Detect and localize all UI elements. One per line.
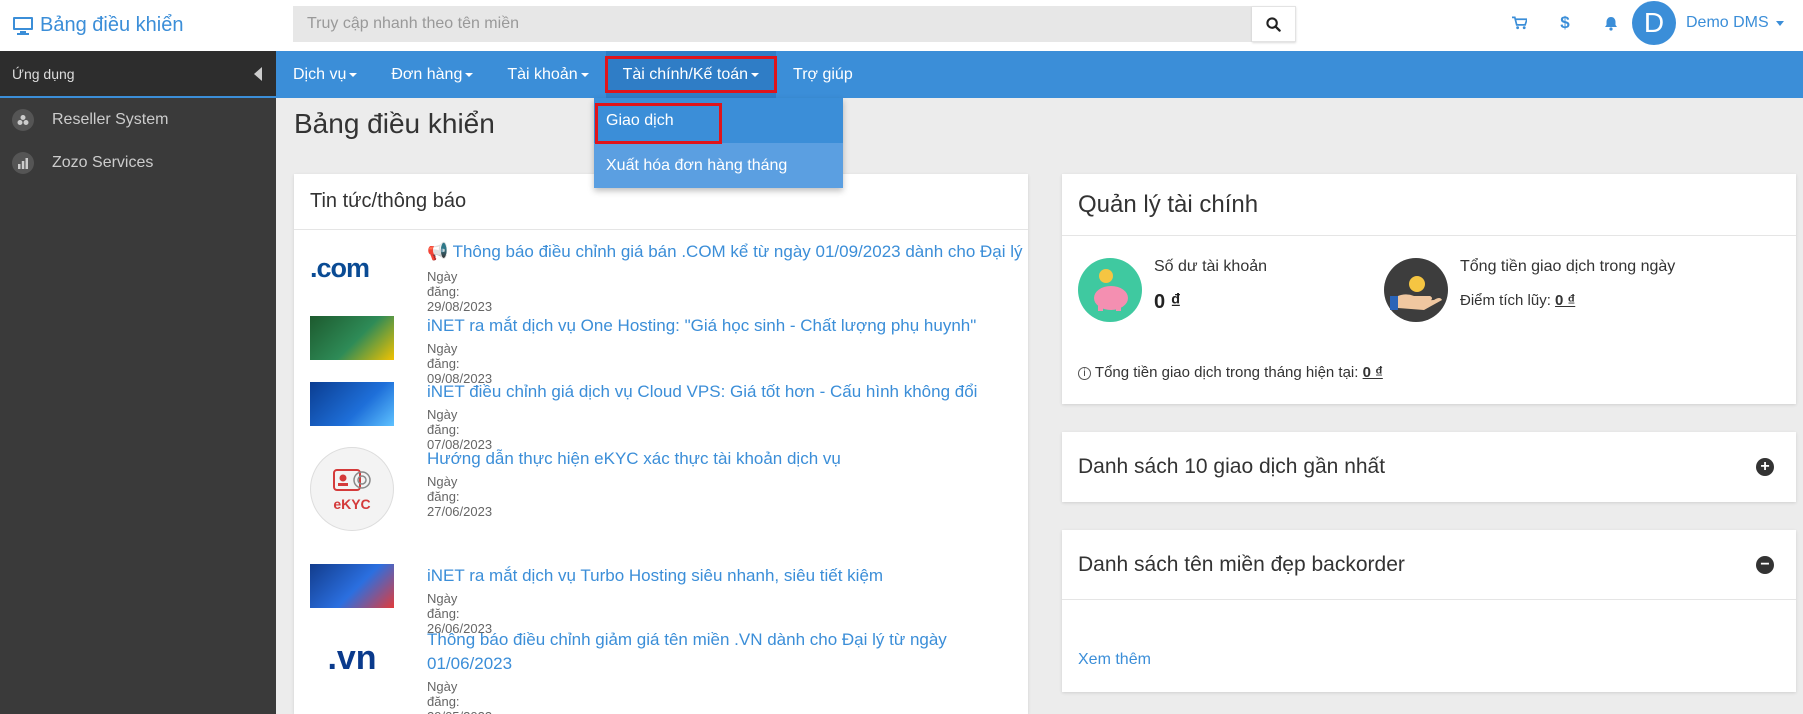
news-title-link[interactable]: iNET ra mắt dịch vụ Turbo Hosting siêu n… <box>427 564 1027 588</box>
recent-transactions-header[interactable]: Danh sách 10 giao dịch gần nhất + <box>1062 432 1796 502</box>
nav-help[interactable]: Trợ giúp <box>776 51 870 98</box>
thumb-text: .vn <box>327 638 377 677</box>
balance-value: 0 ₫ <box>1154 291 1181 313</box>
news-thumbnail: .com <box>310 246 394 290</box>
bar-chart-icon <box>12 151 34 174</box>
news-thumbnail <box>310 382 394 426</box>
collapse-icon[interactable]: − <box>1756 555 1774 574</box>
finance-panel: Quản lý tài chính Số dư tài khoản 0 ₫ Tổ… <box>1062 174 1796 404</box>
collapse-icon[interactable] <box>254 66 262 81</box>
news-title-link[interactable]: 📢 Thông báo điều chỉnh giá bán .COM kể t… <box>427 240 1027 264</box>
sidebar-item-reseller-system[interactable]: Reseller System <box>0 98 276 141</box>
user-name: Demo DMS <box>1686 14 1769 31</box>
search-icon <box>1266 16 1281 32</box>
fingerprint-icon <box>333 469 371 491</box>
search-input[interactable] <box>293 6 1252 42</box>
brand-link[interactable]: Bảng điều khiển <box>0 14 276 37</box>
search-button[interactable] <box>1252 6 1296 42</box>
news-title-link[interactable]: iNET ra mắt dịch vụ One Hosting: "Giá họ… <box>427 314 1027 338</box>
monitor-icon <box>13 16 33 35</box>
backorder-title: Danh sách tên miền đẹp backorder <box>1078 552 1405 576</box>
recent-transactions-title: Danh sách 10 giao dịch gần nhất <box>1078 455 1386 478</box>
news-date: Ngày đăng: 29/05/2023 <box>427 679 492 714</box>
recent-transactions-panel: Danh sách 10 giao dịch gần nhất + <box>1062 432 1796 502</box>
news-title-link[interactable]: iNET điều chỉnh giá dịch vụ Cloud VPS: G… <box>427 380 1027 404</box>
nav-label: Tài chính/Kế toán <box>622 65 749 83</box>
backorder-panel: Danh sách tên miền đẹp backorder − Xem t… <box>1062 530 1796 692</box>
news-panel: Tin tức/thông báo .com 📢 Thông báo điều … <box>294 174 1028 714</box>
nav-account[interactable]: Tài khoản <box>490 51 605 98</box>
month-total-label: Tổng tiền giao dịch trong tháng hiện tại… <box>1094 364 1359 381</box>
top-icons: $ <box>1496 0 1634 46</box>
info-icon: i <box>1078 366 1091 380</box>
month-total-note: i Tổng tiền giao dịch trong tháng hiện t… <box>1078 364 1383 381</box>
page-title: Bảng điều khiển <box>294 108 495 139</box>
sidebar-header-label: Ứng dụng <box>12 65 75 82</box>
nav-label: Đơn hàng <box>391 65 463 83</box>
nav-services[interactable]: Dịch vụ <box>276 51 374 98</box>
news-thumbnail: .vn <box>310 632 394 684</box>
news-title-link[interactable]: Thông báo điều chỉnh giảm giá tên miền .… <box>427 628 987 676</box>
menu-item-monthly-invoice[interactable]: Xuất hóa đơn hàng tháng <box>594 143 843 188</box>
dollar-button[interactable]: $ <box>1542 13 1588 33</box>
finance-dropdown-menu: Giao dịch Xuất hóa đơn hàng tháng <box>594 98 843 188</box>
caret-down-icon <box>465 72 474 77</box>
piggy-bank-icon <box>1078 258 1142 322</box>
search-bar <box>293 6 1296 42</box>
news-panel-title: Tin tức/thông báo <box>310 190 467 212</box>
nav-label: Trợ giúp <box>793 65 853 83</box>
see-more-link[interactable]: Xem thêm <box>1078 651 1151 669</box>
menu-item-transactions[interactable]: Giao dịch <box>594 98 843 144</box>
news-date: Ngày đăng: 27/06/2023 <box>427 474 493 519</box>
news-date: Ngày đăng: 29/08/2023 <box>427 269 493 314</box>
sidebar-item-label: Reseller System <box>52 110 169 128</box>
dollar-icon: $ <box>1560 13 1570 32</box>
month-total-value: 0 ₫ <box>1362 364 1383 381</box>
bell-icon <box>1605 16 1617 31</box>
chevron-down-icon <box>1775 20 1784 26</box>
news-thumbnail: eKYC <box>310 447 394 531</box>
balance-label: Số dư tài khoản <box>1154 258 1268 275</box>
cart-button[interactable] <box>1496 16 1542 30</box>
avatar: D <box>1632 1 1676 45</box>
news-thumbnail <box>310 316 394 360</box>
sidebar-item-label: Zozo Services <box>52 153 154 171</box>
cart-icon <box>1511 16 1527 30</box>
points-value: 0 ₫ <box>1555 292 1576 309</box>
finance-panel-title: Quản lý tài chính <box>1078 190 1259 218</box>
backorder-header[interactable]: Danh sách tên miền đẹp backorder − <box>1062 530 1796 600</box>
sidebar-item-zozo-services[interactable]: Zozo Services <box>0 141 276 184</box>
points-label: Điểm tích lũy: <box>1460 292 1551 309</box>
news-title-link[interactable]: Hướng dẫn thực hiện eKYC xác thực tài kh… <box>427 447 1027 471</box>
top-bar: Bảng điều khiển $ D Demo DMS <box>0 0 1803 51</box>
expand-icon[interactable]: + <box>1756 458 1774 476</box>
brand-title: Bảng điều khiển <box>40 14 184 36</box>
thumb-text: .com <box>310 252 370 283</box>
news-thumbnail <box>310 564 394 608</box>
finance-panel-header: Quản lý tài chính <box>1062 174 1796 236</box>
news-date: Ngày đăng: 07/08/2023 <box>427 407 493 452</box>
nav-label: Tài khoản <box>507 65 578 83</box>
sidebar-header: Ứng dụng <box>0 51 276 98</box>
user-menu[interactable]: D Demo DMS <box>1632 1 1784 45</box>
daily-total-label: Tổng tiền giao dịch trong ngày <box>1460 258 1676 275</box>
coin-hand-icon <box>1384 258 1448 322</box>
sidebar: Ứng dụng Reseller System Zozo Services <box>0 51 276 714</box>
points-row: Điểm tích lũy: 0 ₫ <box>1460 292 1575 309</box>
nav-finance[interactable]: Tài chính/Kế toán <box>604 51 778 98</box>
caret-down-icon <box>751 72 760 77</box>
caret-down-icon <box>580 72 589 77</box>
cluster-icon <box>12 108 34 131</box>
main-nav: Dịch vụ Đơn hàng Tài khoản Tài chính/Kế … <box>276 51 1803 98</box>
caret-down-icon <box>349 72 358 77</box>
thumb-text: eKYC <box>333 496 371 512</box>
nav-orders[interactable]: Đơn hàng <box>374 51 490 98</box>
nav-label: Dịch vụ <box>293 65 347 83</box>
notification-button[interactable] <box>1588 16 1634 31</box>
